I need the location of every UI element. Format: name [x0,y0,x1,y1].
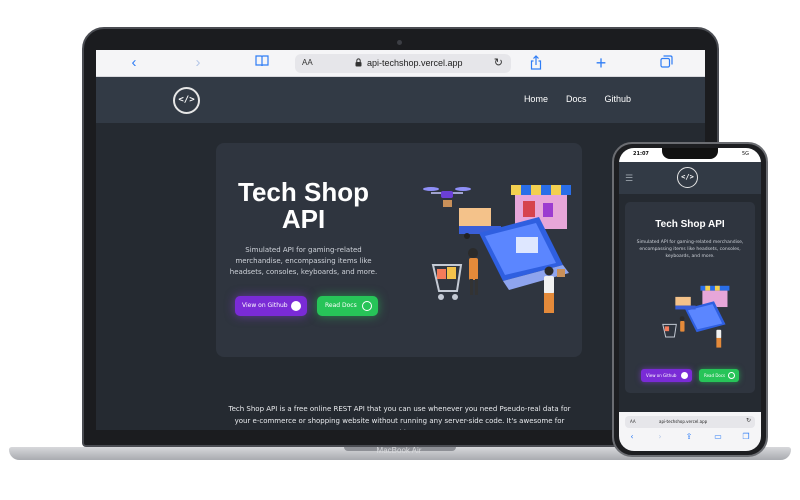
chevron-right-icon[interactable]: › [190,55,206,71]
phone-status-bar: 21:07 5G [619,148,761,162]
site-navbar: </> Home Docs Github [96,77,705,123]
laptop-brand-label: MacBook Air [376,446,422,455]
phone-browser-toolbar: AA api-techshop.vercel.app ↻ ‹ › ⇪ ▭ ❐ [619,412,761,451]
drone-icon [423,187,471,207]
github-icon [291,301,301,311]
docs-button-label: Read Docs [704,373,726,378]
intro-paragraph: Tech Shop API is a free online REST API … [228,405,571,430]
nav-link-github[interactable]: Github [604,94,631,104]
read-docs-button[interactable]: Read Docs [317,296,378,316]
lock-icon [355,58,362,67]
phone-screen: 21:07 5G ☰ </> Tech Shop API Simulated A… [619,148,761,451]
code-logo-icon[interactable]: </> [677,167,698,188]
view-on-github-button[interactable]: View on Github [235,296,307,316]
github-button-label: View on Github [242,302,288,309]
reader-aa-button[interactable]: AA [630,419,636,424]
phone-hero-subtitle: Simulated API for gaming-related merchan… [636,240,744,259]
github-icon [681,372,688,379]
browser-toolbar: ‹ › AA api-techshop.vercel.app ↻ + [96,50,705,77]
share-icon[interactable] [528,55,544,71]
nav-link-docs[interactable]: Docs [566,94,587,104]
chat-icon [362,301,372,311]
chevron-left-icon[interactable]: ‹ [126,55,142,71]
docs-button-label: Read Docs [325,302,357,309]
view-on-github-button[interactable]: View on Github [641,369,692,382]
hamburger-menu-icon[interactable]: ☰ [625,174,633,184]
hero-title: Tech Shop API [238,177,369,234]
hero-subtitle: Simulated API for gaming-related merchan… [229,246,378,276]
chat-icon [728,372,735,379]
bookmarks-icon[interactable] [254,55,270,71]
code-logo-icon[interactable]: </> [173,87,200,114]
hero-card: Tech Shop API Simulated API for gaming-r… [216,143,582,357]
read-docs-button[interactable]: Read Docs [699,369,739,382]
chevron-right-icon[interactable]: › [655,432,665,441]
github-button-label: View on Github [646,373,677,378]
nav-link-home[interactable]: Home [524,94,548,104]
phone-address-bar[interactable]: AA api-techshop.vercel.app ↻ [625,416,755,428]
url-text: api-techshop.vercel.app [367,58,463,68]
phone-hero-card: Tech Shop API Simulated API for gaming-r… [625,202,755,393]
status-signal: 5G [741,151,749,157]
reader-aa-button[interactable]: AA [302,58,313,67]
chevron-left-icon[interactable]: ‹ [627,432,637,441]
url-text: api-techshop.vercel.app [659,419,708,424]
camera-icon [397,40,402,45]
tabs-icon[interactable]: ❐ [741,432,751,441]
phone-navbar: ☰ </> [619,162,761,194]
shopping-illustration [662,285,730,348]
tabs-icon[interactable] [658,55,674,71]
status-time: 21:07 [633,151,649,157]
bookmarks-icon[interactable]: ▭ [713,432,723,441]
plus-icon[interactable]: + [593,54,609,72]
shopper-with-cart [431,248,478,300]
nav-links: Home Docs Github [524,94,631,104]
phone-notch [662,148,718,159]
share-icon[interactable]: ⇪ [684,432,694,441]
phone-hero-title: Tech Shop API [655,219,725,230]
reload-icon[interactable]: ↻ [746,417,751,424]
reload-icon[interactable]: ↻ [494,56,503,69]
shopping-illustration [423,185,571,313]
address-bar[interactable]: AA api-techshop.vercel.app ↻ [295,54,511,73]
